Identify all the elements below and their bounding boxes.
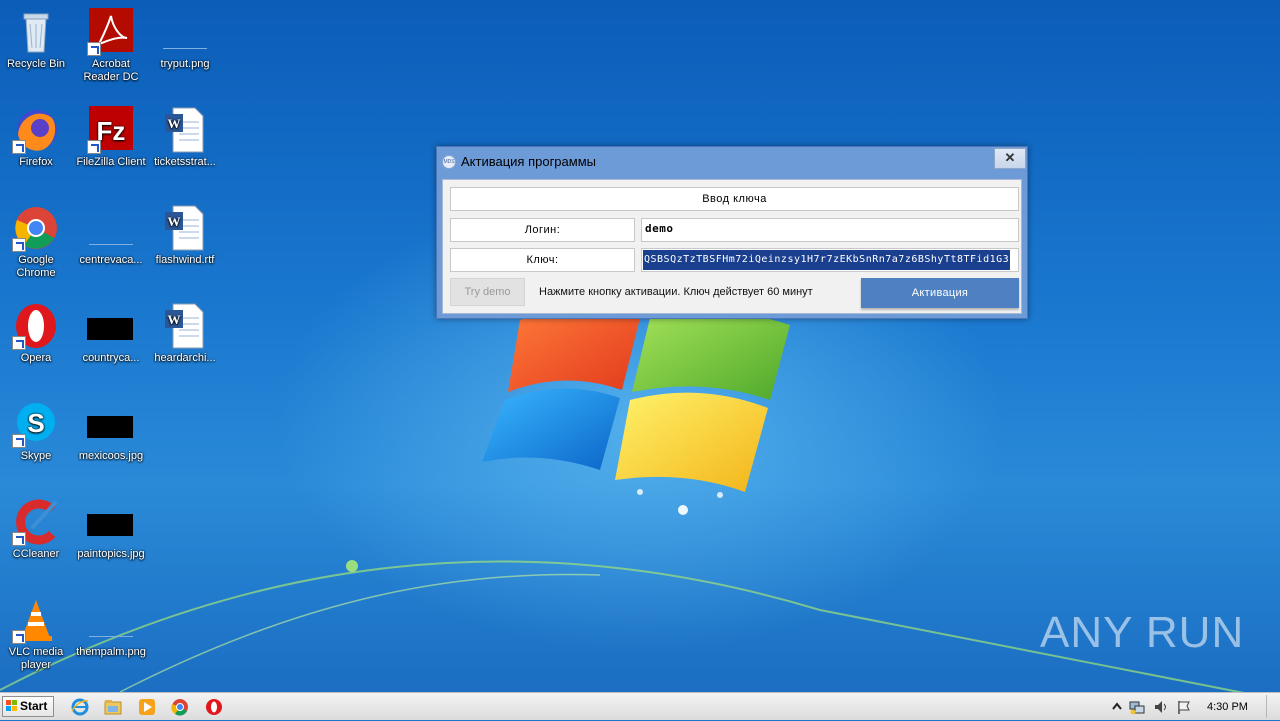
- desktop-icon-skype[interactable]: S Skype: [0, 400, 73, 463]
- windows-logo-icon: [6, 700, 17, 711]
- desktop-icon-label: Firefox: [19, 156, 53, 168]
- opera-icon: [12, 302, 60, 350]
- desktop-icon-label: centrevaca...: [79, 254, 143, 266]
- try-demo-button[interactable]: Try demo: [450, 278, 525, 306]
- desktop-icon-tryput[interactable]: tryput.png: [148, 8, 222, 71]
- key-entry-heading: Ввод ключа: [450, 187, 1019, 211]
- desktop-icon-vlc[interactable]: VLC media player: [0, 596, 73, 672]
- chrome-icon[interactable]: [171, 698, 189, 716]
- action-center-flag-icon[interactable]: [1176, 699, 1192, 715]
- desktop-icon-label: paintopics.jpg: [77, 548, 145, 560]
- close-button[interactable]: ✕: [994, 148, 1026, 169]
- image-file-icon: [87, 596, 135, 644]
- desktop-icon-label: mexicoos.jpg: [78, 450, 144, 462]
- svg-text:W: W: [168, 214, 181, 229]
- desktop-icon-filezilla[interactable]: Fz FileZilla Client: [74, 106, 148, 169]
- desktop-icon-label: Recycle Bin: [6, 58, 66, 70]
- show-desktop-button[interactable]: [1266, 695, 1279, 718]
- desktop-icon-recycle-bin[interactable]: Recycle Bin: [0, 8, 73, 71]
- desktop-icon-label: CCleaner: [12, 548, 60, 560]
- shortcut-arrow-icon: [12, 630, 26, 644]
- start-button[interactable]: Start: [2, 696, 54, 717]
- start-label: Start: [20, 699, 48, 713]
- image-file-icon: [87, 400, 135, 448]
- shortcut-arrow-icon: [87, 42, 101, 56]
- activation-dialog: MDS Активация программы ✕ Ввод ключа Лог…: [436, 146, 1028, 319]
- desktop-icon-ticketsstrat[interactable]: W ticketsstrat...: [148, 106, 222, 169]
- desktop-icon-label: VLC media player: [8, 646, 64, 671]
- desktop-icon-heardarchi[interactable]: W heardarchi...: [148, 302, 222, 365]
- desktop-icon-label: Skype: [20, 450, 52, 462]
- desktop-icon-countryca[interactable]: countryca...: [74, 302, 148, 365]
- svg-text:S: S: [27, 408, 44, 438]
- key-label: Ключ:: [450, 248, 635, 272]
- activate-button[interactable]: Активация: [861, 278, 1019, 308]
- image-file-icon: [87, 302, 135, 350]
- shortcut-arrow-icon: [12, 140, 26, 154]
- app-icon: MDS: [442, 155, 456, 169]
- svg-text:W: W: [168, 116, 181, 131]
- desktop-icon-acrobat[interactable]: Acrobat Reader DC: [74, 8, 148, 84]
- chrome-icon: [12, 204, 60, 252]
- explorer-folder-icon[interactable]: [104, 698, 122, 716]
- anyrun-watermark: ANY RUN: [1040, 608, 1245, 657]
- word-doc-icon: W: [161, 204, 209, 252]
- internet-explorer-icon[interactable]: [71, 698, 89, 716]
- image-file-icon: [87, 204, 135, 252]
- shortcut-arrow-icon: [12, 434, 26, 448]
- clock[interactable]: 4:30 PM: [1207, 701, 1248, 713]
- desktop-icon-flashwind[interactable]: W flashwind.rtf: [148, 204, 222, 267]
- shortcut-arrow-icon: [12, 336, 26, 350]
- shortcut-arrow-icon: [87, 140, 101, 154]
- desktop: Recycle Bin Firefox Google Chrome Opera …: [0, 0, 1280, 692]
- login-input[interactable]: demo: [641, 218, 1019, 242]
- recycle-bin-icon: [12, 8, 60, 56]
- desktop-icon-opera[interactable]: Opera: [0, 302, 73, 365]
- system-tray: [1105, 693, 1280, 721]
- login-label: Логин:: [450, 218, 635, 242]
- dialog-titlebar[interactable]: MDS Активация программы ✕: [437, 147, 1027, 177]
- desktop-icon-label: heardarchi...: [154, 352, 216, 364]
- dialog-body: Ввод ключа Логин: demo Ключ: QSBSQzTzTBS…: [442, 179, 1022, 314]
- firefox-icon: [12, 106, 60, 154]
- desktop-icon-label: Google Chrome: [16, 254, 56, 279]
- acrobat-icon: [87, 8, 135, 56]
- shortcut-arrow-icon: [12, 238, 26, 252]
- desktop-icon-label: ticketsstrat...: [154, 156, 216, 168]
- desktop-icon-thempalm[interactable]: thempalm.png: [74, 596, 148, 659]
- key-input-selected-text: QSBSQzTzTBSFHm72iQeinzsy1H7r7zEKbSnRn7a7…: [643, 250, 1011, 270]
- desktop-icon-centrevaca[interactable]: centrevaca...: [74, 204, 148, 267]
- desktop-icon-firefox[interactable]: Firefox: [0, 106, 73, 169]
- desktop-icon-label: Acrobat Reader DC: [83, 58, 139, 83]
- desktop-icon-label: flashwind.rtf: [155, 254, 215, 266]
- activation-hint: Нажмите кнопку активации. Ключ действует…: [539, 286, 813, 298]
- volume-icon[interactable]: [1153, 699, 1169, 715]
- media-player-icon[interactable]: [138, 698, 156, 716]
- svg-text:W: W: [168, 312, 181, 327]
- desktop-icon-mexicoos[interactable]: mexicoos.jpg: [74, 400, 148, 463]
- key-input[interactable]: QSBSQzTzTBSFHm72iQeinzsy1H7r7zEKbSnRn7a7…: [641, 248, 1019, 272]
- skype-icon: S: [12, 400, 60, 448]
- desktop-icon-ccleaner[interactable]: CCleaner: [0, 498, 73, 561]
- filezilla-icon: Fz: [87, 106, 135, 154]
- desktop-icon-label: tryput.png: [160, 58, 210, 70]
- ccleaner-icon: [12, 498, 60, 546]
- word-doc-icon: W: [161, 106, 209, 154]
- desktop-icon-label: FileZilla Client: [76, 156, 146, 168]
- taskbar: Start 4:30 PM: [0, 692, 1280, 720]
- image-file-icon: [161, 8, 209, 56]
- desktop-icon-label: Opera: [20, 352, 52, 364]
- shortcut-arrow-icon: [12, 532, 26, 546]
- desktop-icon-label: countryca...: [82, 352, 140, 364]
- desktop-icon-paintopics[interactable]: paintopics.jpg: [74, 498, 148, 561]
- vlc-icon: [12, 596, 60, 644]
- desktop-icon-label: thempalm.png: [76, 646, 146, 658]
- opera-icon[interactable]: [205, 698, 223, 716]
- tray-expand-icon[interactable]: [1109, 699, 1125, 715]
- desktop-icon-google-chrome[interactable]: Google Chrome: [0, 204, 73, 280]
- network-icon[interactable]: [1129, 699, 1145, 715]
- word-doc-icon: W: [161, 302, 209, 350]
- image-file-icon: [87, 498, 135, 546]
- dialog-title: Активация программы: [461, 154, 596, 169]
